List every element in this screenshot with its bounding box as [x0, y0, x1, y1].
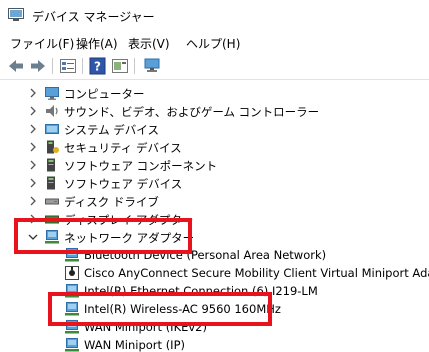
tree-item-cisco-anyconnect[interactable]: Cisco AnyConnect Secure Mobility Client … — [0, 264, 429, 282]
tree-item-system-devices[interactable]: システム デバイス — [0, 120, 429, 138]
computer-icon — [45, 87, 59, 100]
back-arrow-icon[interactable] — [6, 57, 26, 75]
network-adapter-icon — [65, 248, 79, 262]
device-view-icon[interactable] — [110, 57, 130, 75]
toolbar-separator — [52, 58, 53, 74]
tree-item-computer[interactable]: コンピューター — [0, 84, 429, 102]
tree-item-intel-ethernet[interactable]: Intel(R) Ethernet Connection (6) I219-LM — [0, 282, 429, 300]
toolbar: ? — [0, 52, 429, 80]
tree-item-label: セキュリティ デバイス — [64, 141, 182, 155]
menu-bar: ファイル(F) 操作(A) 表示(V) ヘルプ(H) — [0, 32, 429, 52]
svg-text:?: ? — [94, 60, 101, 74]
tree-item-label: システム デバイス — [64, 123, 159, 137]
network-adapter-icon — [65, 320, 79, 334]
menu-action[interactable]: 操作(A) — [76, 35, 118, 52]
tree-item-software-components[interactable]: ソフトウェア コンポーネント — [0, 156, 429, 174]
tree-item-disk-drives[interactable]: ディスク ドライブ — [0, 192, 429, 210]
software-component-icon — [47, 158, 55, 172]
tree-item-label: Intel(R) Wireless-AC 9560 160MHz — [84, 302, 281, 316]
toolbar-separator — [134, 58, 135, 74]
disk-drive-icon — [45, 198, 59, 205]
help-icon[interactable]: ? — [88, 57, 108, 75]
chevron-right-icon[interactable] — [28, 178, 38, 188]
forward-arrow-icon[interactable] — [28, 57, 48, 75]
toolbar-separator — [82, 58, 83, 74]
menu-view[interactable]: 表示(V) — [128, 35, 170, 52]
tree-item-label: ソフトウェア デバイス — [64, 177, 183, 191]
chevron-right-icon[interactable] — [28, 214, 38, 224]
menu-file[interactable]: ファイル(F) — [10, 35, 74, 52]
tree-item-sound[interactable]: サウンド、ビデオ、およびゲーム コントローラー — [0, 102, 429, 120]
tree-item-label: コンピューター — [64, 87, 145, 101]
chevron-right-icon[interactable] — [28, 124, 38, 134]
device-tree[interactable]: コンピューター サウンド、ビデオ、およびゲーム コントローラー システム デバイ… — [0, 80, 429, 352]
tree-item-label: Cisco AnyConnect Secure Mobility Client … — [84, 266, 429, 280]
device-manager-icon — [8, 8, 24, 21]
cisco-adapter-icon — [65, 266, 79, 280]
chevron-right-icon[interactable] — [28, 142, 38, 152]
chevron-right-icon[interactable] — [28, 88, 38, 98]
properties-icon[interactable] — [58, 57, 78, 75]
tree-item-software-devices[interactable]: ソフトウェア デバイス — [0, 174, 429, 192]
tree-item-label: WAN Miniport (IKEv2) — [84, 320, 207, 334]
network-adapter-icon — [65, 284, 79, 298]
display-adapter-icon — [45, 215, 59, 224]
scan-hardware-icon[interactable] — [142, 57, 162, 75]
tree-item-label: Intel(R) Ethernet Connection (6) I219-LM — [84, 284, 318, 298]
title-bar: デバイス マネージャー — [0, 0, 429, 32]
tree-item-label: Bluetooth Device (Personal Area Network) — [84, 248, 327, 262]
tree-item-label: WAN Miniport (IP) — [84, 338, 185, 352]
tree-item-label: ソフトウェア コンポーネント — [64, 159, 218, 173]
software-device-icon — [47, 176, 55, 190]
system-device-icon — [45, 124, 59, 134]
security-device-icon — [47, 140, 59, 154]
tree-item-bluetooth-pan[interactable]: Bluetooth Device (Personal Area Network) — [0, 246, 429, 264]
tree-item-display-adapters[interactable]: ディスプレイ アダプター — [0, 210, 429, 228]
chevron-down-icon[interactable] — [28, 232, 38, 242]
network-adapter-icon — [65, 302, 79, 316]
menu-help[interactable]: ヘルプ(H) — [186, 35, 240, 52]
tree-item-label: サウンド、ビデオ、およびゲーム コントローラー — [64, 105, 320, 119]
network-adapter-icon — [65, 338, 79, 352]
chevron-right-icon[interactable] — [28, 106, 38, 116]
network-adapter-icon — [45, 230, 59, 244]
tree-item-label: ディスク ドライブ — [64, 195, 159, 209]
tree-item-network-adapters[interactable]: ネットワーク アダプター — [0, 228, 429, 246]
speaker-icon — [46, 105, 58, 117]
tree-item-wan-ip[interactable]: WAN Miniport (IP) — [0, 336, 429, 352]
chevron-right-icon[interactable] — [28, 196, 38, 206]
tree-item-intel-wireless[interactable]: Intel(R) Wireless-AC 9560 160MHz — [0, 300, 429, 318]
chevron-right-icon[interactable] — [28, 160, 38, 170]
tree-item-label: ディスプレイ アダプター — [64, 213, 194, 227]
tree-item-wan-ikev2[interactable]: WAN Miniport (IKEv2) — [0, 318, 429, 336]
window-title: デバイス マネージャー — [32, 10, 155, 24]
tree-item-security-devices[interactable]: セキュリティ デバイス — [0, 138, 429, 156]
tree-item-label: ネットワーク アダプター — [64, 231, 195, 245]
